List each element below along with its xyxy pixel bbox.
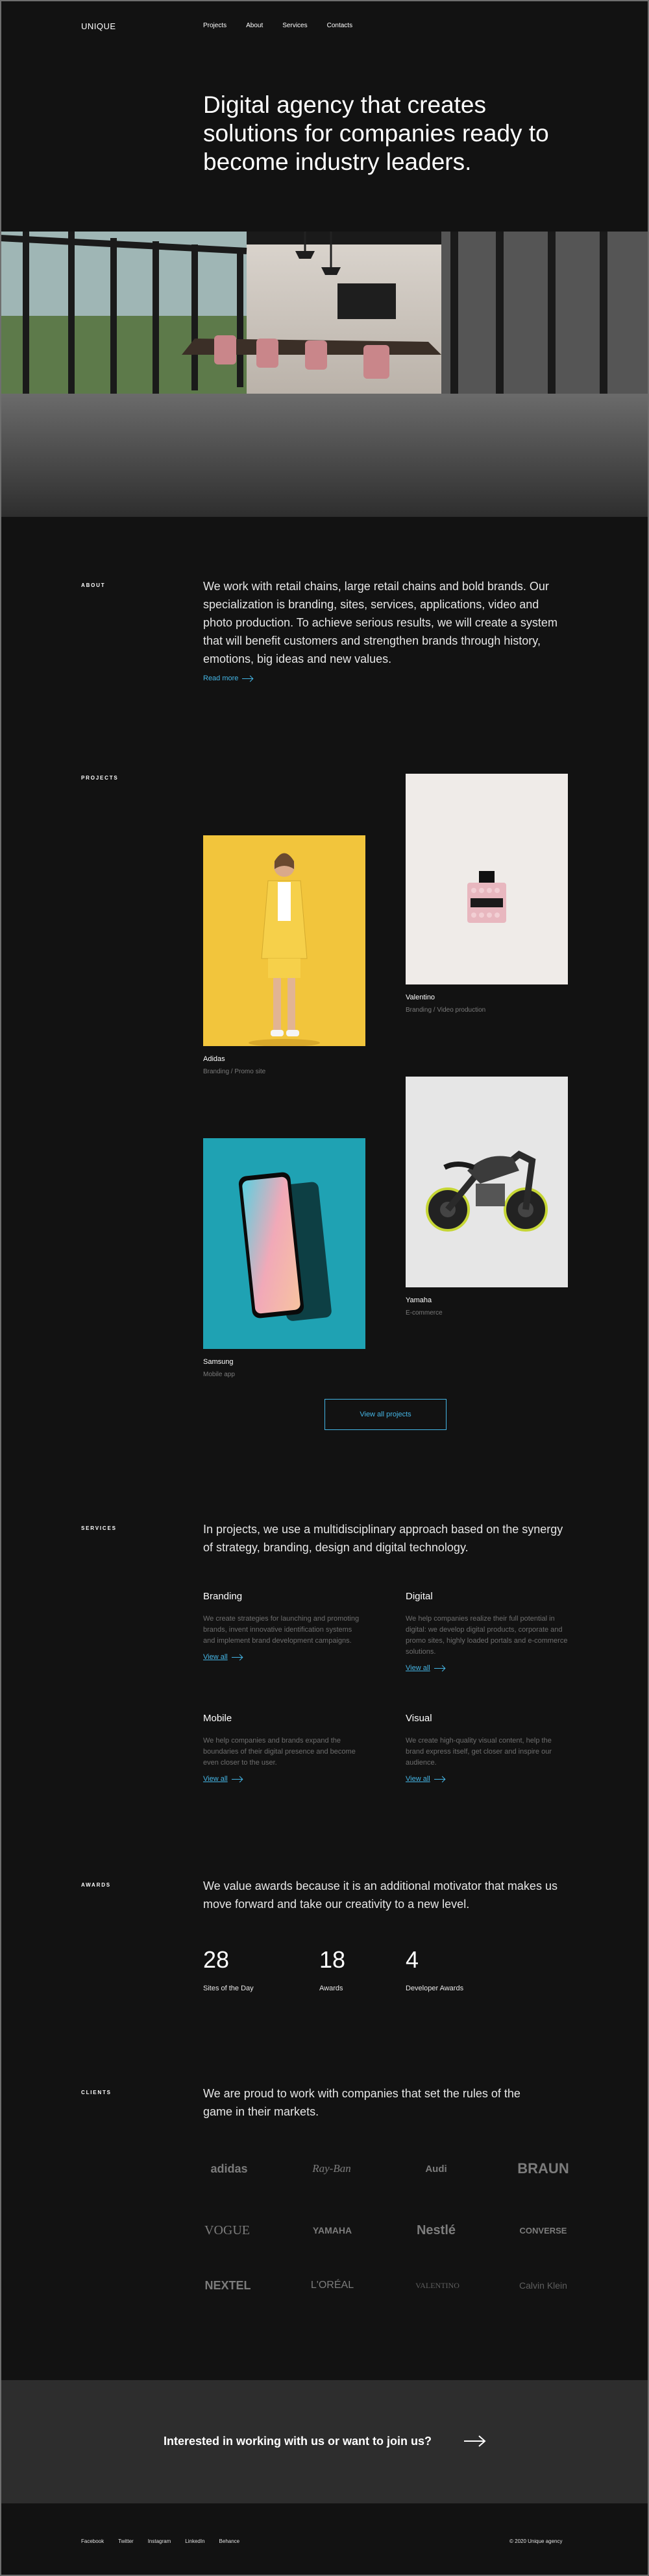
project-image-yamaha (406, 1077, 568, 1287)
service-view-all-link[interactable]: View all (203, 1653, 365, 1661)
stat-sites-of-the-day: 28 Sites of the Day (203, 1946, 254, 1993)
about-label: ABOUT (81, 582, 106, 588)
service-view-all-link[interactable]: View all (406, 1664, 568, 1672)
project-image-adidas (203, 835, 365, 1046)
project-name: Samsung (203, 1358, 234, 1366)
client-logo-calvin-klein: Calvin Klein (519, 2280, 567, 2291)
project-card-valentino[interactable]: Valentino Branding / Video production (406, 774, 568, 1014)
service-description: We help companies realize their full pot… (406, 1615, 568, 1656)
project-image-samsung (203, 1138, 365, 1349)
client-logo-rayban: Ray-Ban (312, 2162, 351, 2175)
footer-link-facebook[interactable]: Facebook (81, 2538, 104, 2544)
client-logo-yamaha: YAMAHA (312, 2225, 352, 2236)
stat-caption: Developer Awards (406, 1985, 464, 1992)
read-more-label: Read more (203, 674, 239, 682)
brand-logo[interactable]: UNIQUE (81, 21, 116, 31)
service-link-label: View all (203, 1653, 228, 1661)
footer-link-linkedin[interactable]: LinkedIn (185, 2538, 204, 2544)
awards-intro: We value awards because it is an additio… (203, 1879, 557, 1911)
cta-text[interactable]: Interested in working with us or want to… (164, 2435, 432, 2448)
arrow-right-icon (242, 678, 253, 679)
footer-link-instagram[interactable]: Instagram (148, 2538, 171, 2544)
project-card-yamaha[interactable]: Yamaha E-commerce (406, 1077, 568, 1317)
stat-number: 4 (406, 1946, 419, 1973)
stat-number: 18 (319, 1946, 346, 1973)
arrow-right-icon (231, 1656, 242, 1658)
service-description: We create high-quality visual content, h… (406, 1737, 552, 1767)
stat-caption: Awards (319, 1985, 343, 1992)
project-card-adidas[interactable]: Adidas Branding / Promo site (203, 835, 365, 1075)
client-logo-adidas: adidas (210, 2162, 248, 2175)
stat-developer-awards: 4 Developer Awards (406, 1946, 464, 1993)
project-name: Valentino (406, 994, 435, 1001)
project-name: Adidas (203, 1055, 225, 1063)
service-title: Digital (406, 1591, 433, 1602)
nav-projects[interactable]: Projects (203, 22, 227, 29)
service-view-all-link[interactable]: View all (406, 1775, 568, 1783)
service-title: Visual (406, 1713, 432, 1724)
project-name: Yamaha (406, 1296, 432, 1304)
client-logo-audi: Audi (425, 2163, 447, 2175)
clients-label: CLIENTS (81, 2090, 112, 2095)
about-text: We work with retail chains, large retail… (203, 580, 557, 665)
client-logo-valentino: VALENTINO (415, 2280, 459, 2290)
service-branding: Branding We create strategies for launch… (203, 1591, 365, 1661)
nav-contacts[interactable]: Contacts (327, 22, 352, 29)
client-logo-nestle: Nestlé (416, 2223, 456, 2237)
copyright: © 2020 Unique agency (509, 2538, 563, 2544)
service-description: We help companies and brands expand the … (203, 1737, 356, 1767)
footer-social-links: Facebook Twitter Instagram LinkedIn Beha… (81, 2538, 239, 2544)
project-category: Branding / Video production (406, 1007, 486, 1014)
stat-caption: Sites of the Day (203, 1985, 254, 1992)
client-logo-converse: CONVERSE (519, 2225, 567, 2236)
stat-number: 28 (203, 1946, 230, 1973)
services-intro: In projects, we use a multidisciplinary … (203, 1523, 563, 1554)
project-card-samsung[interactable]: Samsung Mobile app (203, 1138, 365, 1378)
hero-image (0, 232, 649, 517)
client-logo-vogue: VOGUE (204, 2223, 250, 2237)
read-more-link[interactable]: Read more (203, 674, 253, 682)
client-logo-braun: BRAUN (517, 2160, 569, 2176)
footer-link-behance[interactable]: Behance (219, 2538, 240, 2544)
arrow-right-icon (434, 1778, 445, 1780)
service-link-label: View all (203, 1775, 228, 1783)
main-nav: Projects About Services Contacts (203, 22, 352, 29)
service-view-all-link[interactable]: View all (203, 1775, 365, 1783)
service-description: We create strategies for launching and p… (203, 1615, 360, 1645)
service-digital: Digital We help companies realize their … (406, 1591, 568, 1672)
clients-intro: We are proud to work with companies that… (203, 2087, 520, 2118)
arrow-right-icon[interactable] (464, 2435, 486, 2448)
client-logo-nextel: NEXTEL (204, 2278, 251, 2292)
arrow-right-icon (231, 1778, 242, 1780)
service-title: Mobile (203, 1713, 232, 1724)
view-all-projects-button[interactable]: View all projects (324, 1399, 447, 1430)
stat-awards: 18 Awards (319, 1946, 346, 1993)
project-category: E-commerce (406, 1309, 443, 1317)
service-title: Branding (203, 1591, 243, 1602)
nav-about[interactable]: About (246, 22, 263, 29)
service-link-label: View all (406, 1775, 430, 1783)
service-link-label: View all (406, 1664, 430, 1672)
hero-title: Digital agency that creates solutions fo… (203, 91, 549, 175)
projects-label: PROJECTS (81, 775, 119, 781)
footer-link-twitter[interactable]: Twitter (118, 2538, 134, 2544)
project-image-valentino (406, 774, 568, 984)
arrow-right-icon (434, 1667, 445, 1669)
awards-label: AWARDS (81, 1882, 111, 1888)
service-mobile: Mobile We help companies and brands expa… (203, 1713, 365, 1783)
client-logo-loreal: L'ORÉAL (310, 2280, 354, 2291)
services-label: SERVICES (81, 1525, 117, 1531)
project-category: Branding / Promo site (203, 1068, 266, 1075)
nav-services[interactable]: Services (282, 22, 307, 29)
project-category: Mobile app (203, 1371, 235, 1378)
service-visual: Visual We create high-quality visual con… (406, 1713, 568, 1783)
